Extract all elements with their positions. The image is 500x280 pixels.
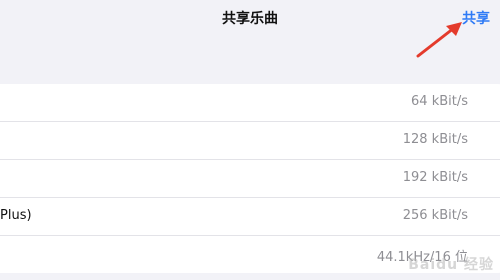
list-item[interactable]: 192 kBit/s	[0, 160, 500, 198]
list-item-value: 64 kBit/s	[411, 94, 468, 109]
list-item-label: Plus)	[0, 208, 32, 223]
list-item-value: 256 kBit/s	[402, 208, 468, 223]
list-item[interactable]: 128 kBit/s	[0, 122, 500, 160]
list-item-value: 192 kBit/s	[402, 170, 468, 185]
list-item[interactable]: Plus) 256 kBit/s	[0, 198, 500, 236]
list-item-value: 128 kBit/s	[402, 132, 468, 147]
red-arrow-annotation-icon	[416, 22, 462, 58]
quality-list: 64 kBit/s 128 kBit/s 192 kBit/s Plus) 25…	[0, 84, 500, 273]
watermark-logo: Baidu 经验	[408, 257, 494, 273]
list-item[interactable]: 64 kBit/s	[0, 84, 500, 122]
